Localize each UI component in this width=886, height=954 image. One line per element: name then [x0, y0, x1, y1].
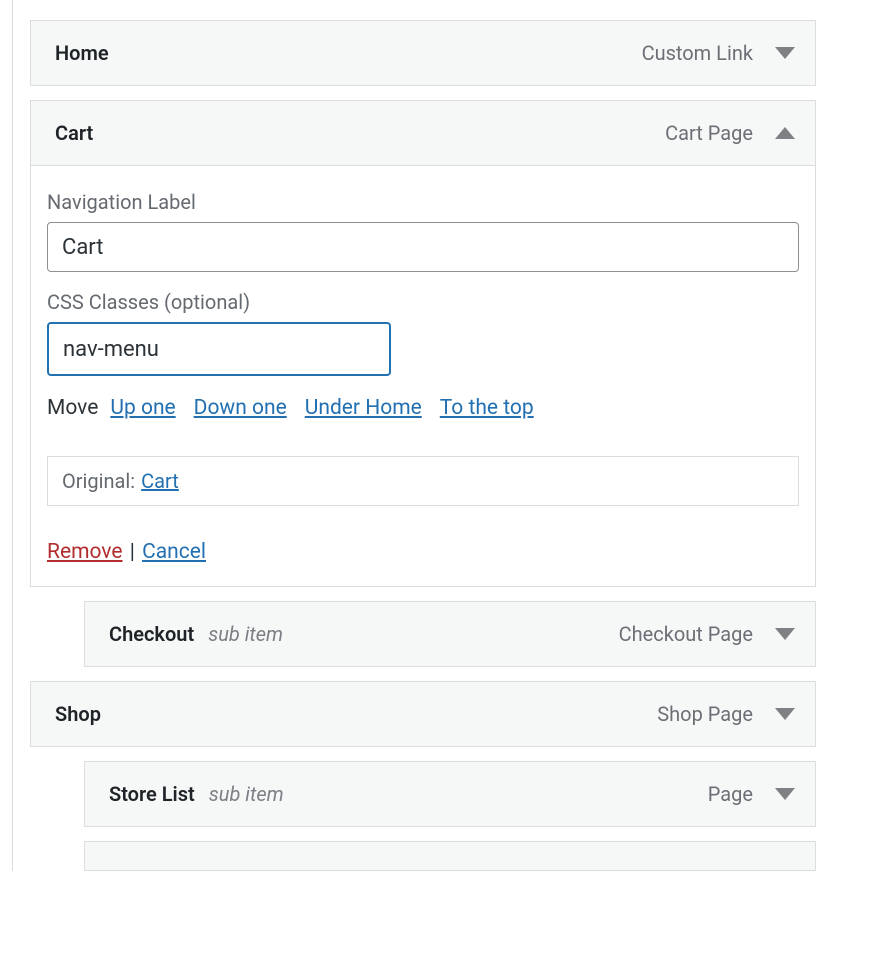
menu-item-meta: Checkout Page [619, 622, 795, 646]
chevron-down-icon[interactable] [775, 47, 795, 59]
menu-item-meta: Cart Page [665, 121, 795, 145]
menu-item-type: Shop Page [657, 702, 753, 726]
original-box: Original: Cart [47, 456, 799, 506]
menu-item-meta: Shop Page [657, 702, 795, 726]
menu-item-meta: Page [708, 782, 795, 806]
css-classes-input[interactable] [47, 322, 391, 376]
move-row: Move Up one Down one Under Home To the t… [47, 396, 799, 420]
menu-item-title: Store List [109, 782, 195, 806]
menu-item-title: Home [55, 41, 109, 65]
move-up-link[interactable]: Up one [110, 396, 175, 420]
menu-item-title: Cart [55, 121, 93, 145]
nav-label-input[interactable] [47, 222, 799, 272]
menu-item-shop-header[interactable]: Shop Shop Page [30, 681, 816, 747]
menu-item-type: Checkout Page [619, 622, 753, 646]
menu-item-home-header[interactable]: Home Custom Link [30, 20, 816, 86]
remove-link[interactable]: Remove [47, 540, 123, 564]
sub-item-badge: sub item [208, 622, 283, 646]
menu-item-meta: Custom Link [642, 41, 795, 65]
original-link[interactable]: Cart [141, 469, 179, 493]
original-label: Original: [62, 469, 135, 493]
menu-item-cart-header[interactable]: Cart Cart Page [30, 100, 816, 166]
menu-item-store-list-header[interactable]: Store List sub item Page [84, 761, 816, 827]
menu-item-cart-body: Navigation Label CSS Classes (optional) … [30, 166, 816, 587]
menu-item-type: Page [708, 782, 753, 806]
move-label: Move [47, 396, 98, 420]
chevron-down-icon[interactable] [775, 788, 795, 800]
sub-item-badge: sub item [209, 782, 284, 806]
menu-item-checkout: Checkout sub item Checkout Page [84, 601, 816, 667]
menu-item-shop: Shop Shop Page [30, 681, 816, 747]
nav-label-heading: Navigation Label [47, 190, 799, 214]
chevron-down-icon[interactable] [775, 708, 795, 720]
nav-label-field-block: Navigation Label [47, 190, 799, 272]
chevron-up-icon[interactable] [775, 127, 795, 139]
menu-item-title-wrap: Checkout sub item [109, 622, 283, 646]
panel-left-border [12, 0, 13, 871]
item-actions-row: Remove | Cancel [47, 540, 799, 564]
css-classes-field-block: CSS Classes (optional) [47, 290, 799, 376]
menu-item-title: Shop [55, 702, 101, 726]
menu-item-store-list: Store List sub item Page [84, 761, 816, 827]
menu-item-checkout-header[interactable]: Checkout sub item Checkout Page [84, 601, 816, 667]
menu-item-title-wrap: Store List sub item [109, 782, 284, 806]
chevron-down-icon[interactable] [775, 628, 795, 640]
menu-item-type: Custom Link [642, 41, 753, 65]
menu-item-home: Home Custom Link [30, 20, 816, 86]
action-divider: | [130, 540, 140, 564]
menu-item-cart: Cart Cart Page Navigation Label CSS Clas… [30, 100, 816, 587]
menu-item-list: Home Custom Link Cart Cart Page Navigati… [30, 20, 816, 871]
move-down-link[interactable]: Down one [194, 396, 287, 420]
menu-item-title: Checkout [109, 622, 194, 646]
move-top-link[interactable]: To the top [440, 396, 534, 420]
move-under-link[interactable]: Under Home [305, 396, 422, 420]
menu-item-type: Cart Page [665, 121, 753, 145]
menu-item-partial [84, 841, 816, 871]
cancel-link[interactable]: Cancel [142, 540, 206, 564]
css-classes-heading: CSS Classes (optional) [47, 290, 799, 314]
